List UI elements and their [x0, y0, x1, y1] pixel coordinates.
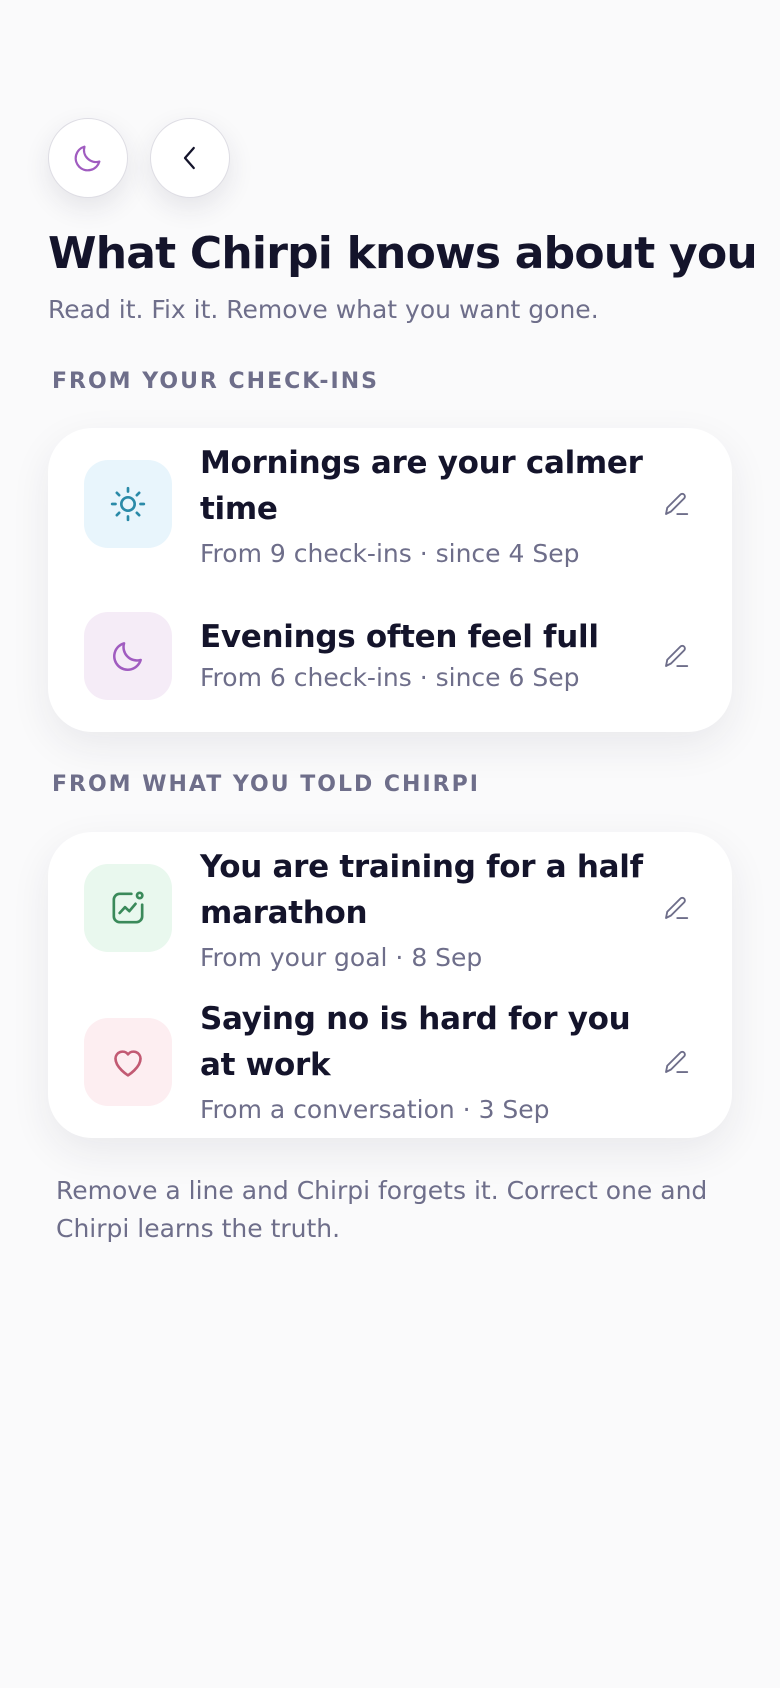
- memory-item-icon: [84, 864, 172, 952]
- edit-button[interactable]: [648, 476, 704, 532]
- memory-item-text: You are training for a half marathon Fro…: [200, 844, 670, 974]
- moon-icon: [113, 642, 142, 671]
- edit-button[interactable]: [648, 628, 704, 684]
- pencil-icon: [665, 896, 689, 919]
- memory-item-meta: From your goal · 8 Sep: [200, 943, 483, 972]
- pencil-icon: [665, 644, 689, 667]
- memory-item-text: Evenings often feel full From 6 check-in…: [200, 614, 670, 694]
- memory-item-title: You are training for a half marathon: [200, 849, 643, 931]
- memory-item-icon: [84, 1018, 172, 1106]
- section-label-told-chirpi: FROM WHAT YOU TOLD CHIRPI: [52, 772, 480, 797]
- top-buttons: [48, 118, 230, 198]
- told-chirpi-card: You are training for a half marathon Fro…: [48, 832, 732, 1138]
- theme-toggle-button[interactable]: [48, 118, 128, 198]
- memory-item-meta: From 6 check-ins · since 6 Sep: [200, 663, 580, 692]
- trend-chart-icon: [112, 891, 144, 924]
- memory-item-text: Saying no is hard for you at work From a…: [200, 996, 670, 1126]
- footer-note: Remove a line and Chirpi forgets it. Cor…: [56, 1176, 708, 1243]
- memory-item-meta: From a conversation · 3 Sep: [200, 1095, 550, 1124]
- edit-button[interactable]: [648, 1034, 704, 1090]
- section-label-check-ins: FROM YOUR CHECK-INS: [52, 369, 379, 394]
- heart-icon: [114, 1050, 142, 1077]
- memory-item-text: Mornings are your calmer time From 9 che…: [200, 440, 670, 570]
- page-subtitle: Read it. Fix it. Remove what you want go…: [48, 295, 599, 324]
- memory-item-title: Saying no is hard for you at work: [200, 1001, 631, 1083]
- sun-icon: [110, 486, 146, 522]
- memory-item-title: Mornings are your calmer time: [200, 445, 643, 527]
- check-ins-card: Mornings are your calmer time From 9 che…: [48, 428, 732, 732]
- edit-button[interactable]: [648, 880, 704, 936]
- pencil-icon: [665, 1050, 689, 1073]
- memory-item-icon: [84, 460, 172, 548]
- chevron-left-icon: [183, 146, 195, 170]
- moon-icon: [74, 145, 101, 172]
- pencil-icon: [665, 492, 689, 515]
- back-button[interactable]: [150, 118, 230, 198]
- memory-item-title: Evenings often feel full: [200, 619, 599, 655]
- memory-item-meta: From 9 check-ins · since 4 Sep: [200, 539, 580, 568]
- memory-page: What Chirpi knows about you Read it. Fix…: [0, 0, 780, 1688]
- page-title: What Chirpi knows about you: [48, 228, 758, 279]
- memory-item-icon: [84, 612, 172, 700]
